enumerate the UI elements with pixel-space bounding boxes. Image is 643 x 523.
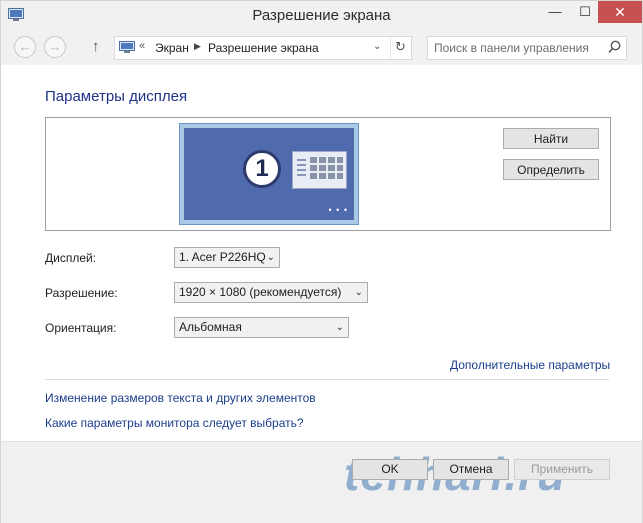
divider (45, 379, 609, 380)
orientation-value: Альбомная (179, 320, 242, 334)
breadcrumb-screen[interactable]: Экран (155, 41, 189, 55)
monitor-screen: 1 • • • (184, 128, 354, 220)
identify-button[interactable]: Определить (503, 159, 599, 180)
cancel-button[interactable]: Отмена (433, 459, 509, 480)
display-icon (119, 41, 135, 53)
advanced-settings-link[interactable]: Дополнительные параметры (450, 358, 610, 372)
display-preview: 1 • • • Найти Определить (45, 117, 611, 231)
resolution-label: Разрешение: (45, 286, 118, 300)
resolution-value: 1920 × 1080 (рекомендуется) (179, 285, 342, 299)
resolution-select[interactable]: 1920 × 1080 (рекомендуется) ⌄ (174, 282, 368, 303)
chevron-down-icon: ⌄ (354, 287, 363, 298)
navigation-bar: ← → ↑ « Экран ▶ Разрешение экрана ⌄ ↻ По… (1, 31, 642, 65)
search-icon[interactable] (608, 40, 621, 54)
forward-button[interactable]: → (44, 36, 66, 58)
orientation-select[interactable]: Альбомная ⌄ (174, 317, 349, 338)
close-button[interactable]: ✕ (598, 1, 642, 23)
title-bar: Разрешение экрана — ☐ ✕ (1, 1, 642, 31)
breadcrumb-separator-icon[interactable]: ▶ (194, 41, 201, 52)
minimize-button[interactable]: — (541, 1, 569, 23)
up-button[interactable]: ↑ (92, 38, 100, 55)
chevron-down-icon: ⌄ (266, 252, 275, 263)
display-value: 1. Acer P226HQ (179, 250, 266, 264)
monitor-number: 1 (243, 150, 281, 188)
display-label: Дисплей: (45, 251, 97, 265)
window: Разрешение экрана — ☐ ✕ ← → ↑ « Экран ▶ … (0, 0, 643, 523)
window-tile-icon (292, 151, 347, 189)
address-overflow-icon[interactable]: « (139, 40, 145, 52)
monitor-help-link[interactable]: Какие параметры монитора следует выбрать… (45, 416, 304, 430)
monitor-preview[interactable]: 1 • • • (179, 123, 359, 225)
text-size-link[interactable]: Изменение размеров текста и других элеме… (45, 391, 316, 405)
maximize-button[interactable]: ☐ (571, 1, 599, 23)
chevron-down-icon: ⌄ (335, 322, 344, 333)
search-placeholder: Поиск в панели управления (434, 41, 589, 55)
apply-button[interactable]: Применить (514, 459, 610, 480)
address-bar[interactable]: « Экран ▶ Разрешение экрана ⌄ ↻ (114, 36, 412, 60)
ok-button[interactable]: OK (352, 459, 428, 480)
monitor-dots: • • • (328, 205, 348, 215)
page-title: Параметры дисплея (45, 88, 188, 105)
display-select[interactable]: 1. Acer P226HQ ⌄ (174, 247, 280, 268)
content-area: Параметры дисплея 1 • • • Найти Определи… (1, 65, 642, 441)
address-divider (390, 37, 391, 59)
breadcrumb-resolution[interactable]: Разрешение экрана (208, 41, 319, 55)
orientation-label: Ориентация: (45, 321, 117, 335)
find-button[interactable]: Найти (503, 128, 599, 149)
refresh-icon[interactable]: ↻ (395, 39, 406, 55)
search-box[interactable]: Поиск в панели управления (427, 36, 627, 60)
back-button[interactable]: ← (14, 36, 36, 58)
address-dropdown-icon[interactable]: ⌄ (373, 41, 381, 52)
footer: tehhari.ru OK Отмена Применить (1, 441, 642, 523)
